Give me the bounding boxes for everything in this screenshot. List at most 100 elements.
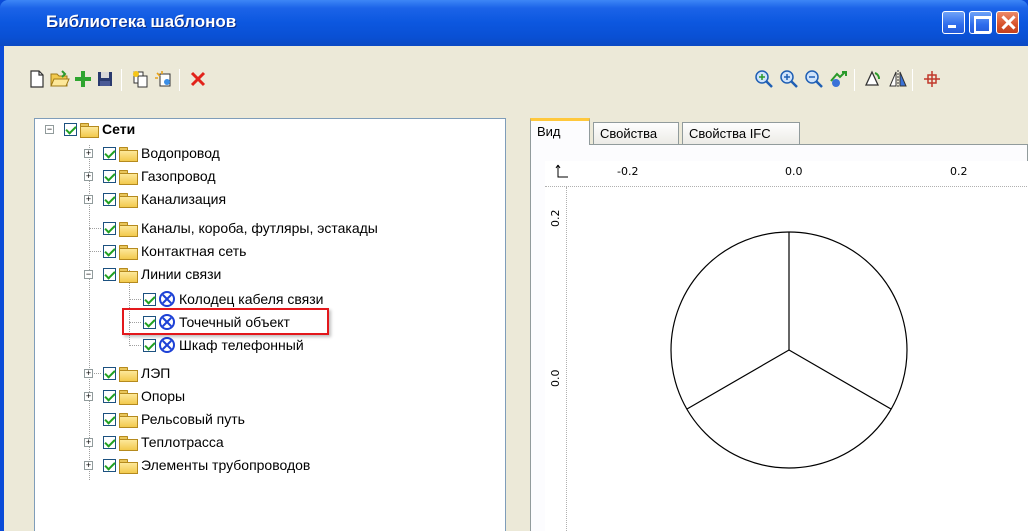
checkbox[interactable] — [143, 338, 156, 352]
rotate-icon[interactable] — [862, 69, 882, 89]
checkbox[interactable] — [103, 221, 116, 235]
toolbar-separator — [121, 69, 122, 91]
checkbox[interactable] — [103, 146, 116, 160]
zoom-out-icon[interactable] — [804, 69, 824, 89]
checkbox[interactable] — [103, 244, 116, 258]
tree-node-kolodec-kabelya[interactable]: Колодец кабеля связи — [143, 289, 323, 309]
folder-icon — [119, 412, 138, 428]
folder-icon — [119, 389, 138, 405]
folder-icon — [119, 244, 138, 260]
selection-highlight — [122, 308, 329, 335]
folder-icon — [80, 122, 99, 138]
expand-toggle[interactable]: + — [84, 195, 93, 204]
folder-icon — [119, 169, 138, 185]
tree-node-vodoprovod[interactable]: Водопровод — [103, 143, 220, 163]
checkbox[interactable] — [103, 267, 116, 281]
toolbar-separator — [179, 69, 180, 91]
folder-icon — [119, 221, 138, 237]
tree-node-label: Теплотрасса — [141, 434, 224, 450]
checkbox[interactable] — [103, 458, 116, 472]
checkbox[interactable] — [103, 389, 116, 403]
folder-icon — [119, 458, 138, 474]
tree-node-label: Канализация — [141, 191, 227, 207]
tree-node-label: Каналы, короба, футляры, эстакады — [141, 220, 378, 236]
tree-node-label: Опоры — [141, 388, 186, 404]
tree-node-label: Элементы трубопроводов — [141, 457, 311, 473]
window-title: Библиотека шаблонов — [46, 12, 237, 31]
save-icon[interactable] — [95, 69, 115, 89]
checkbox[interactable] — [103, 366, 116, 380]
checkbox[interactable] — [103, 192, 116, 206]
tree-node-elementy-truboprovodov[interactable]: Элементы трубопроводов — [103, 455, 310, 475]
tab-svoystva[interactable]: Свойства — [593, 122, 679, 144]
tree-node-label: ЛЭП — [141, 365, 171, 381]
tree-node-relsovyy-put[interactable]: Рельсовый путь — [103, 409, 245, 429]
tree-node-linii-svyazi[interactable]: Линии связи — [103, 264, 221, 284]
preview-panel: -0.2 0.0 0.2 0.2 0.0 — [530, 144, 1028, 531]
point-object-icon — [159, 337, 175, 353]
toolbar-separator — [912, 69, 913, 91]
tree-line — [89, 251, 101, 252]
minimize-button[interactable] — [942, 11, 965, 34]
point-object-icon — [159, 291, 175, 307]
expand-toggle[interactable]: + — [84, 369, 93, 378]
tree-node-label: Сети — [102, 121, 136, 137]
preview-spoke — [788, 349, 892, 410]
checkbox[interactable] — [103, 169, 116, 183]
tree-node-kontaktnaya-set[interactable]: Контактная сеть — [103, 241, 246, 261]
folder-icon — [119, 267, 138, 283]
checkbox[interactable] — [64, 122, 77, 136]
tab-vid[interactable]: Вид — [530, 118, 590, 145]
folder-icon — [119, 435, 138, 451]
folder-icon — [119, 146, 138, 162]
tab-svoystva-ifc[interactable]: Свойства IFC — [682, 122, 800, 144]
collapse-toggle[interactable]: − — [84, 270, 93, 279]
preview-spoke — [686, 349, 790, 410]
tree-node-teplotrassa[interactable]: Теплотрасса — [103, 432, 224, 452]
tree-node-label: Линии связи — [141, 266, 222, 282]
snap-icon[interactable] — [922, 69, 942, 89]
expand-toggle[interactable]: + — [84, 149, 93, 158]
folder-icon — [119, 366, 138, 382]
tree-node-label: Газопровод — [141, 168, 216, 184]
expand-toggle[interactable]: + — [84, 461, 93, 470]
tree-root-node[interactable]: Сети — [64, 119, 135, 139]
checkbox[interactable] — [103, 435, 116, 449]
new-document-icon[interactable] — [27, 69, 47, 89]
tree-node-kanalizaciya[interactable]: Канализация — [103, 189, 226, 209]
tree-node-label: Колодец кабеля связи — [179, 291, 324, 307]
add-plus-icon[interactable] — [73, 69, 93, 89]
toolbar-separator — [854, 69, 855, 91]
pan-hand-icon[interactable] — [828, 69, 848, 89]
tree-node-kanaly[interactable]: Каналы, короба, футляры, эстакады — [103, 218, 378, 238]
tree-line — [89, 228, 101, 229]
tree-node-label: Водопровод — [141, 145, 220, 161]
tree-node-lep[interactable]: ЛЭП — [103, 363, 170, 383]
folder-icon — [119, 192, 138, 208]
expand-toggle[interactable]: + — [84, 438, 93, 447]
zoom-extents-icon[interactable] — [754, 69, 774, 89]
tree-node-label: Контактная сеть — [141, 243, 247, 259]
maximize-button[interactable] — [969, 11, 992, 34]
toolbar — [4, 46, 1028, 108]
checkbox[interactable] — [103, 412, 116, 426]
tree-line — [129, 345, 141, 346]
collapse-toggle[interactable]: − — [45, 125, 54, 134]
checkbox[interactable] — [143, 292, 156, 306]
tree-node-shkaf-telefonnyy[interactable]: Шкаф телефонный — [143, 335, 304, 355]
paste-icon[interactable] — [154, 69, 174, 89]
zoom-in-icon[interactable] — [779, 69, 799, 89]
expand-toggle[interactable]: + — [84, 172, 93, 181]
title-bar[interactable]: Библиотека шаблонов — [0, 0, 1028, 46]
window-client: − Сети + Водопровод + Газопровод + Канал… — [4, 46, 1028, 531]
expand-toggle[interactable]: + — [84, 392, 93, 401]
tree-node-label: Шкаф телефонный — [179, 337, 304, 353]
tree-node-label: Рельсовый путь — [141, 411, 245, 427]
copy-icon[interactable] — [131, 69, 151, 89]
tree-node-opory[interactable]: Опоры — [103, 386, 185, 406]
tree-node-gazoprovod[interactable]: Газопровод — [103, 166, 216, 186]
delete-x-icon[interactable] — [188, 69, 208, 89]
close-button[interactable] — [996, 11, 1019, 34]
open-folder-icon[interactable] — [50, 69, 70, 89]
mirror-icon[interactable] — [888, 69, 908, 89]
